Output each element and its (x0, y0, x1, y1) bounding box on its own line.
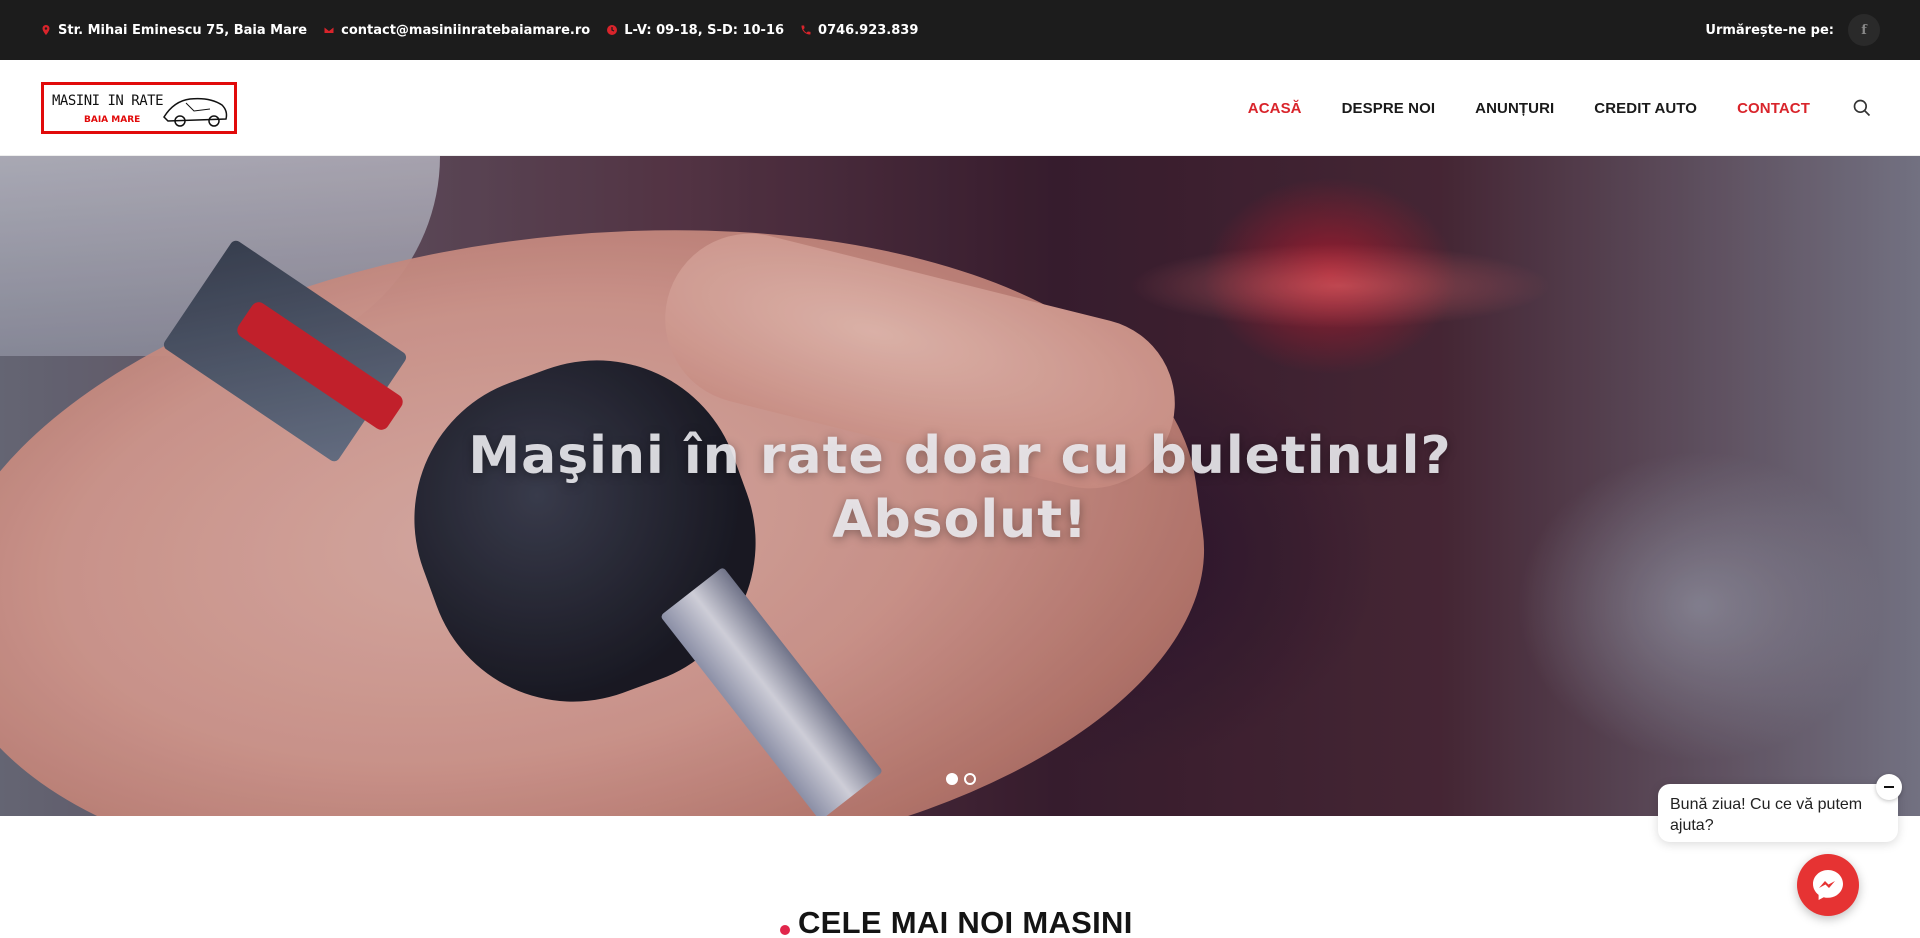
envelope-icon (323, 26, 335, 34)
slider-dot-2[interactable] (964, 773, 976, 785)
facebook-icon[interactable]: f (1848, 14, 1880, 46)
latest-cars-heading: CELE MAI NOI MASINI (780, 905, 1133, 938)
nav-item-anunturi[interactable]: ANUNȚURI (1475, 100, 1554, 117)
heading-bullet-icon (780, 925, 790, 935)
messenger-icon (1813, 870, 1843, 900)
nav-item-contact[interactable]: CONTACT (1737, 100, 1810, 117)
car-sketch-icon (163, 97, 228, 127)
nav-item-credit-auto[interactable]: CREDIT AUTO (1594, 100, 1697, 117)
nav-item-acasa[interactable]: ACASĂ (1248, 100, 1302, 117)
chat-greeting-text: Bună ziua! Cu ce vă putem ajuta? (1670, 796, 1863, 834)
hero-title-line1: Maşini în rate doar cu buletinul? (468, 426, 1452, 486)
phone-icon (801, 25, 811, 35)
clock-icon (607, 25, 618, 35)
site-logo[interactable]: MASINI IN RATE BAIA MARE (41, 82, 237, 134)
nav-item-despre-noi[interactable]: DESPRE NOI (1342, 100, 1436, 117)
contact-info: Str. Mihai Eminescu 75, Baia Mare contac… (40, 0, 918, 60)
follow-label: Urmărește-ne pe: (1705, 22, 1834, 38)
main-header: MASINI IN RATE BAIA MARE ACASĂ DESPRE NO… (0, 60, 1920, 156)
hero-slider: Maşini în rate doar cu buletinul? Absolu… (0, 156, 1920, 816)
top-info-bar: Str. Mihai Eminescu 75, Baia Mare contac… (0, 0, 1920, 60)
messenger-chat-button[interactable] (1797, 854, 1859, 916)
hours-text: L-V: 09-18, S-D: 10-16 (624, 22, 785, 38)
logo-line1: MASINI IN RATE (52, 93, 164, 109)
hours-item: L-V: 09-18, S-D: 10-16 (606, 23, 784, 38)
email-link[interactable]: contact@masiniinratebaiamare.ro (341, 23, 590, 38)
main-nav: ACASĂ DESPRE NOI ANUNȚURI CREDIT AUTO CO… (1248, 60, 1810, 156)
email-item[interactable]: contact@masiniinratebaiamare.ro (323, 23, 590, 38)
slider-dots (946, 773, 976, 785)
chat-minimize-button[interactable] (1876, 774, 1902, 800)
latest-cars-title: CELE MAI NOI MASINI (798, 905, 1133, 938)
map-marker-icon (42, 25, 50, 35)
hero-title: Maşini în rate doar cu buletinul? Absolu… (0, 424, 1920, 552)
phone-item[interactable]: 0746.923.839 (800, 23, 918, 38)
minus-icon (1884, 786, 1894, 788)
address-item: Str. Mihai Eminescu 75, Baia Mare (40, 23, 307, 38)
slider-dot-1[interactable] (946, 773, 958, 785)
phone-link[interactable]: 0746.923.839 (818, 23, 918, 38)
logo-line2: BAIA MARE (84, 115, 141, 125)
search-icon[interactable] (1852, 98, 1872, 118)
hero-title-line2: Absolut! (832, 490, 1088, 550)
address-text: Str. Mihai Eminescu 75, Baia Mare (58, 22, 308, 38)
chat-greeting-bubble[interactable]: Bună ziua! Cu ce vă putem ajuta? (1658, 784, 1898, 842)
social-follow: Urmărește-ne pe: f (1705, 0, 1880, 60)
